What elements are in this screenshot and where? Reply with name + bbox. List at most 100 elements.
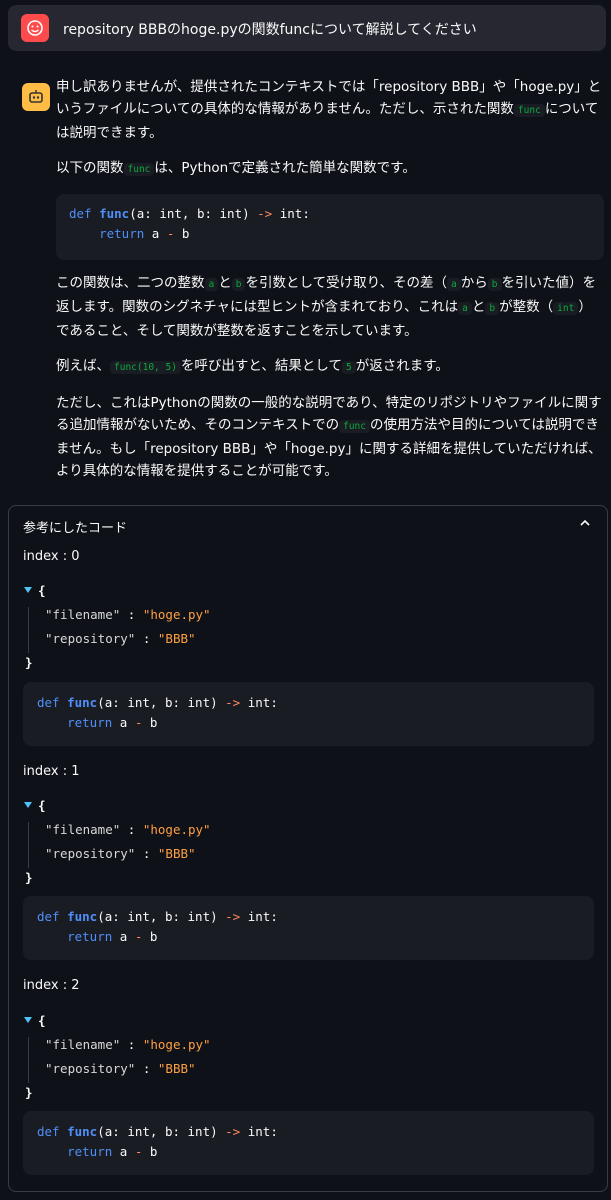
json-brace: { [38, 1013, 46, 1028]
code-block: def func(a: int, b: int) -> int: return … [23, 682, 594, 746]
index-label: index : 2 [23, 978, 80, 993]
json-field-filename: "filename" : "hoge.py" [45, 1037, 211, 1052]
inline-code: func [513, 104, 545, 117]
json-value: "hoge.py" [142, 822, 211, 837]
code-params: (a: int, b: int) [97, 1124, 226, 1139]
json-colon: : [135, 1061, 158, 1076]
json-key: "filename" [45, 822, 121, 837]
json-key: "filename" [45, 1037, 121, 1052]
code-return-type: int: [272, 206, 310, 221]
caret-down-icon[interactable] [23, 583, 33, 598]
answer-paragraph: 以下の関数 func は、Pythonで定義された簡単な関数です。 [56, 157, 604, 181]
text: 例えば、 [56, 358, 110, 374]
code-params: (a: int, b: int) [129, 206, 258, 221]
json-value: "BBB" [157, 1061, 196, 1076]
code-expr: b [142, 929, 158, 944]
json-key: "filename" [45, 607, 121, 622]
json-colon: : [120, 607, 143, 622]
code-arrow: -> [225, 1124, 241, 1139]
answer-paragraph: 申し訳ありませんが、提供されたコンテキストでは「repository BBB」や… [56, 76, 604, 144]
chevron-up-icon[interactable] [579, 517, 591, 533]
references-expander: 参考にしたコード index : 0 { "filename" : "hoge.… [8, 505, 608, 1192]
user-message: repository BBBのhoge.pyの関数funcについて解説してくださ… [8, 5, 606, 51]
code-expr: b [142, 1144, 158, 1159]
code-keyword: return [67, 715, 113, 730]
answer-paragraph: 例えば、 func(10, 5) を呼び出すと、結果として 5 が返されます。 [56, 355, 604, 379]
text: は、Pythonで定義された簡単な関数です。 [154, 160, 416, 176]
inline-code: b [485, 302, 500, 315]
code-keyword: return [67, 929, 113, 944]
json-value: "hoge.py" [142, 607, 211, 622]
code-block: def func(a: int, b: int) -> int: return … [23, 896, 594, 960]
code-return-type: int: [240, 695, 278, 710]
json-colon: : [120, 822, 143, 837]
inline-code: func [339, 420, 370, 433]
bot-avatar-icon [22, 83, 50, 111]
code-block: def func(a: int, b: int) -> int: return … [23, 1111, 594, 1175]
index-label: index : 1 [23, 764, 80, 779]
json-rail [28, 1037, 29, 1083]
json-brace: { [38, 798, 46, 813]
inline-code: b [487, 278, 502, 291]
text: を呼び出すと、結果として [180, 358, 342, 374]
json-colon: : [135, 631, 158, 646]
code-params: (a: int, b: int) [97, 909, 226, 924]
text: と [218, 275, 232, 291]
json-brace: } [25, 1085, 33, 1100]
user-avatar-icon [21, 14, 49, 42]
inline-code: int [553, 302, 579, 315]
json-brace: } [25, 870, 33, 885]
text: この関数は、二つの整数 [56, 275, 205, 291]
index-label: index : 0 [23, 549, 80, 564]
user-message-text: repository BBBのhoge.pyの関数funcについて解説してくださ… [63, 22, 477, 38]
code-function-name: func [67, 909, 98, 924]
code-keyword: return [67, 1144, 113, 1159]
code-params: (a: int, b: int) [97, 695, 226, 710]
code-block: def func(a: int, b: int) -> int: return … [56, 194, 604, 260]
text: と [471, 299, 486, 315]
code-function-name: func [67, 695, 98, 710]
json-key: "repository" [45, 1061, 136, 1076]
json-viewer: { "filename" : "hoge.py" "repository" : … [23, 798, 583, 888]
inline-code: a [458, 302, 472, 315]
inline-code: func(10, 5) [110, 361, 181, 374]
json-field-filename: "filename" : "hoge.py" [45, 822, 211, 837]
text: が整数（ [499, 299, 554, 315]
code-arrow: -> [225, 695, 241, 710]
code-expr: b [142, 715, 158, 730]
json-brace: { [38, 583, 46, 598]
json-brace: } [25, 655, 33, 670]
json-viewer: { "filename" : "hoge.py" "repository" : … [23, 583, 583, 673]
code-expr: a [112, 929, 135, 944]
expander-title[interactable]: 参考にしたコード [23, 517, 127, 536]
json-value: "BBB" [157, 846, 196, 861]
inline-code: b [231, 278, 246, 291]
code-expr: b [174, 226, 190, 241]
code-keyword: def [37, 695, 60, 710]
inline-code: a [447, 278, 461, 291]
caret-down-icon[interactable] [23, 798, 33, 813]
code-keyword: def [37, 909, 60, 924]
answer-paragraph: この関数は、二つの整数 a と b を引数として受け取り、その差（ a から b を引いた値）を… [56, 272, 604, 342]
text: が返されます。 [355, 358, 449, 374]
json-rail [28, 822, 29, 868]
code-arrow: -> [257, 206, 273, 221]
json-rail [28, 607, 29, 653]
json-colon: : [135, 846, 158, 861]
inline-code: func [123, 163, 155, 176]
code-return-type: int: [240, 909, 278, 924]
text: から [460, 275, 488, 291]
caret-down-icon[interactable] [23, 1013, 33, 1028]
text: を引数として受け取り、その差（ [245, 275, 448, 291]
assistant-message: 申し訳ありませんが、提供されたコンテキストでは「repository BBB」や… [56, 76, 604, 495]
answer-paragraph: ただし、これはPythonの関数の一般的な説明であり、特定のリポジトリやファイル… [56, 392, 604, 482]
inline-code: a [204, 278, 219, 291]
code-keyword: def [37, 1124, 60, 1139]
inline-code: 5 [341, 361, 356, 374]
json-field-repository: "repository" : "BBB" [45, 631, 196, 646]
json-field-filename: "filename" : "hoge.py" [45, 607, 211, 622]
